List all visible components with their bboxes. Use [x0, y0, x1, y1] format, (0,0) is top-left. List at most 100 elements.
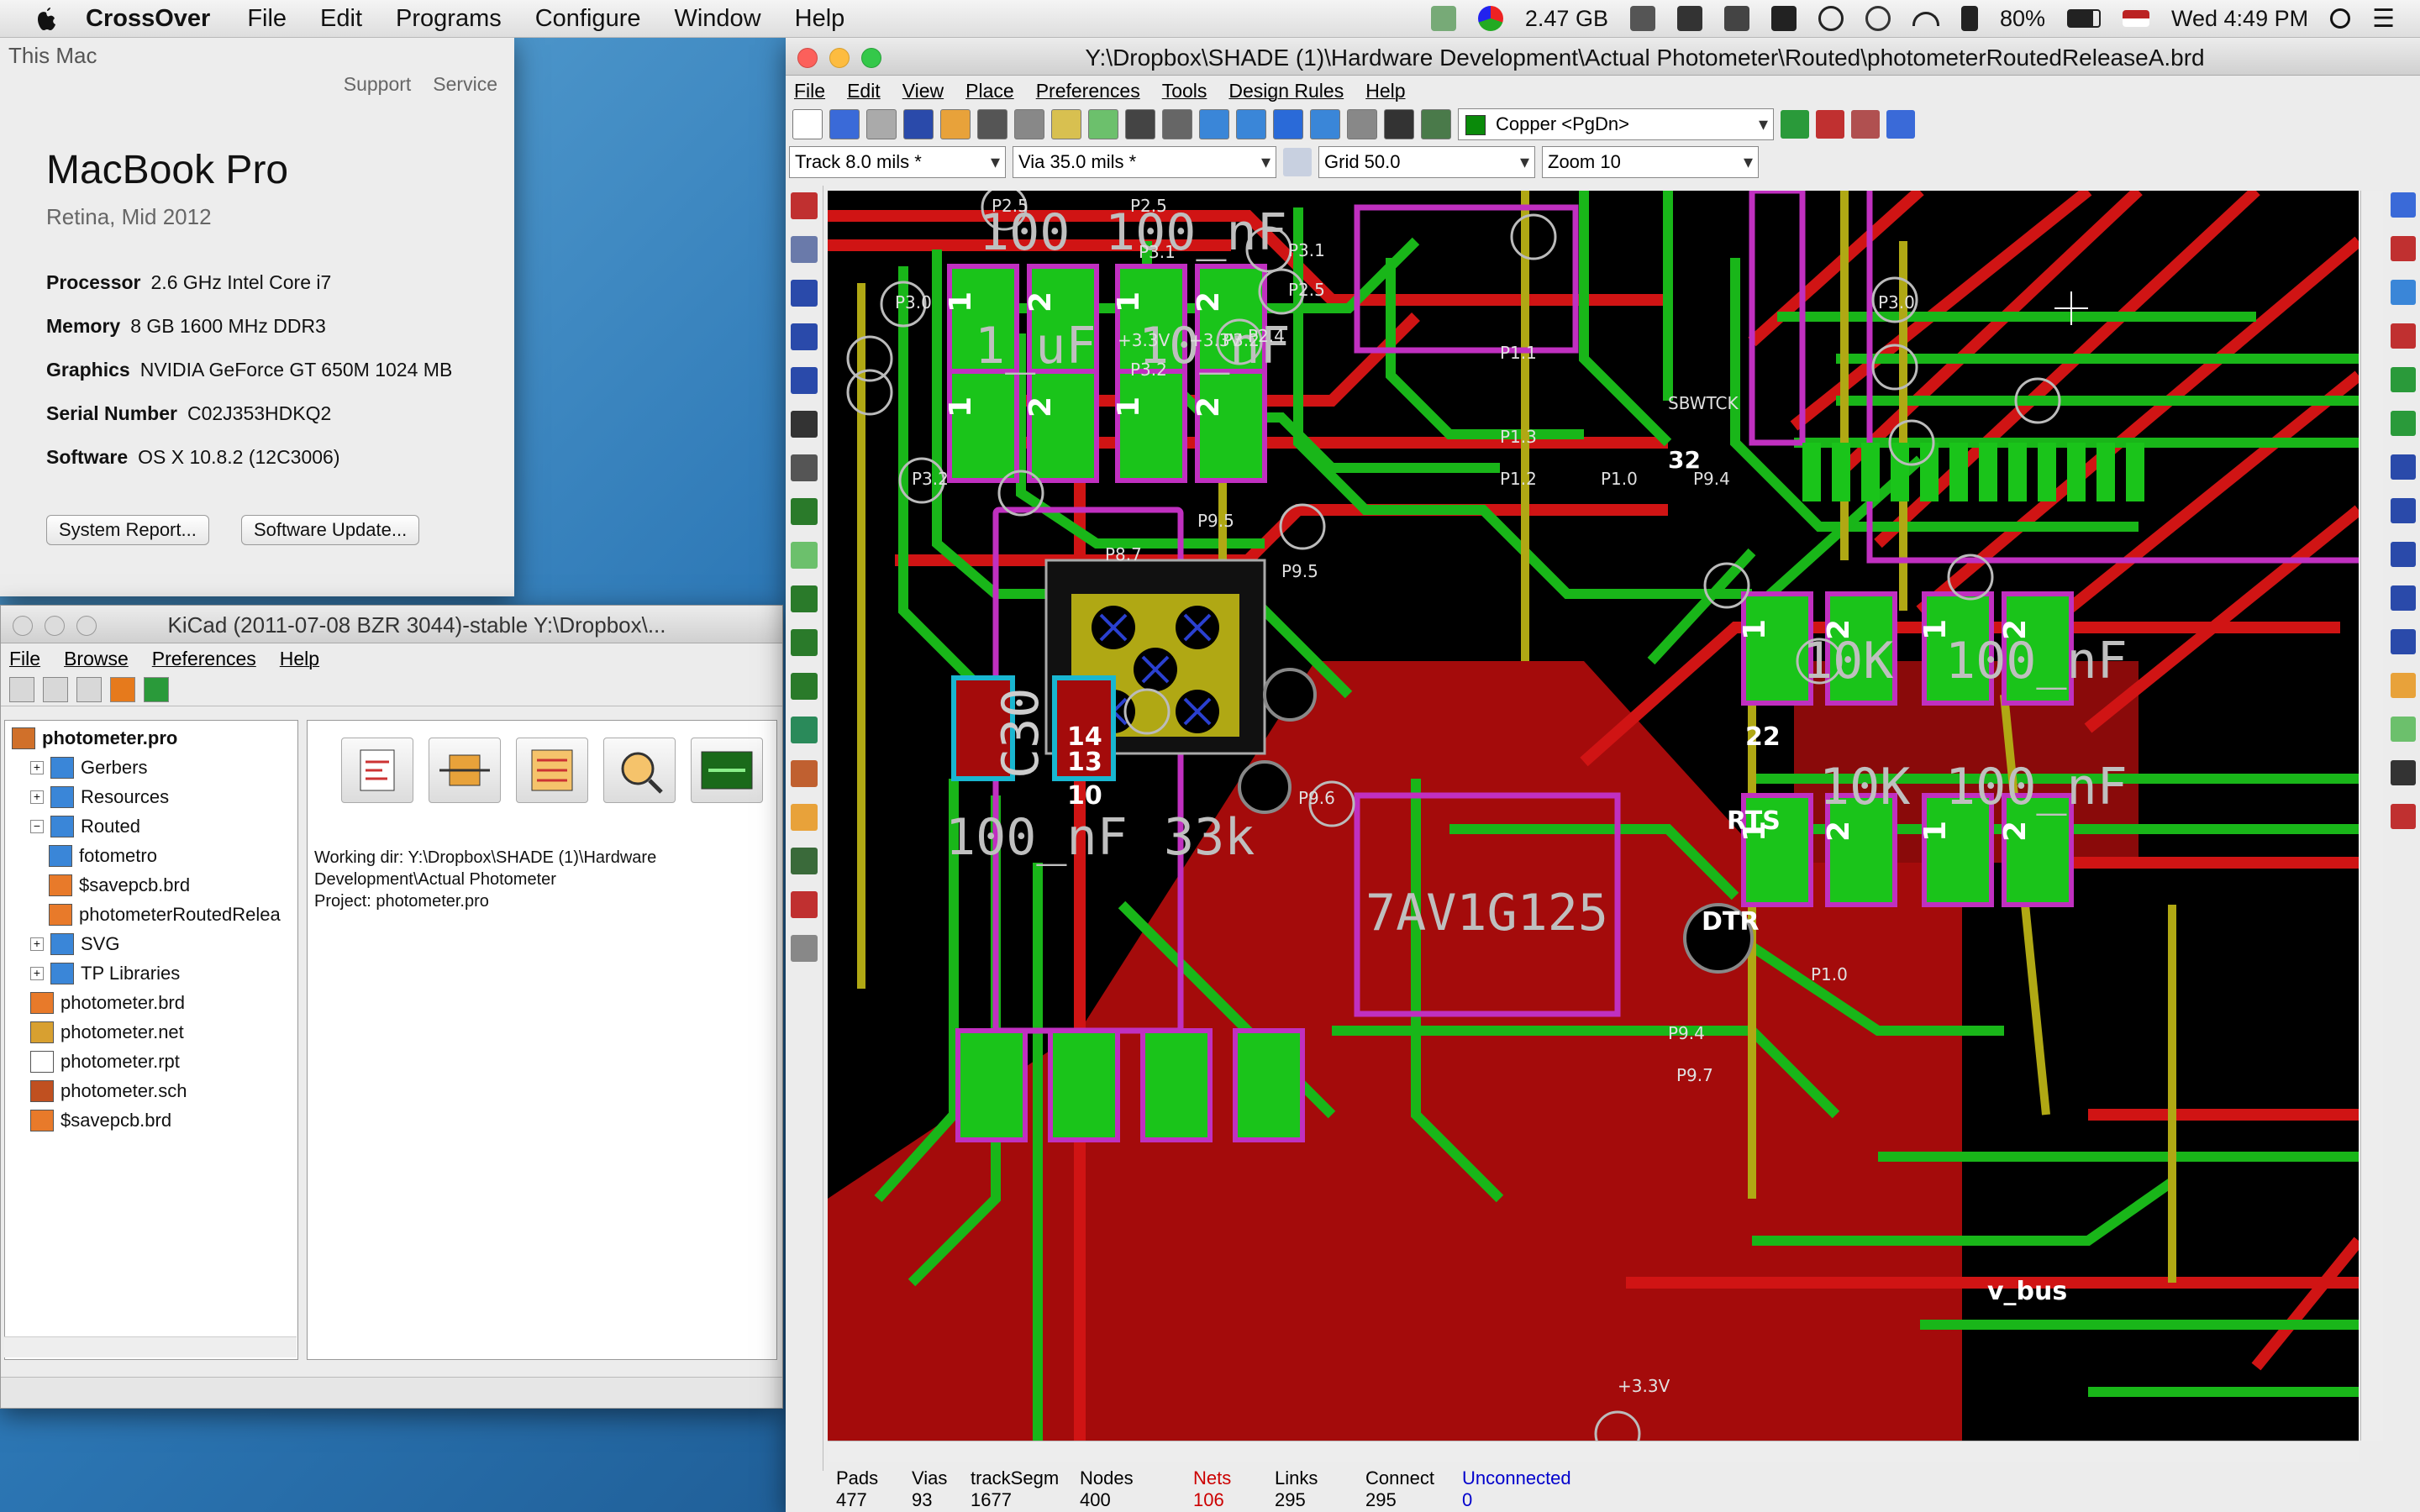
flag-icon[interactable]: [2123, 10, 2149, 27]
units-inch-icon[interactable]: [791, 323, 818, 350]
add-arc-icon[interactable]: [2391, 542, 2416, 567]
tree-item[interactable]: fotometro: [49, 845, 157, 867]
kicad-menu-help[interactable]: Help: [280, 648, 319, 670]
undo-icon[interactable]: [1051, 109, 1081, 139]
add-zone-icon[interactable]: [2391, 411, 2416, 436]
polar-coords-icon[interactable]: [791, 280, 818, 307]
pcb-menu-design-rules[interactable]: Design Rules: [1228, 80, 1344, 102]
close-button[interactable]: [13, 616, 33, 636]
via-size-select[interactable]: Via 35.0 mils *: [1013, 146, 1276, 178]
tree-item[interactable]: + SVG: [30, 933, 119, 955]
open-board-icon[interactable]: [829, 109, 860, 139]
eeschema-launch-button[interactable]: [341, 738, 413, 803]
autoplace-icon[interactable]: [1816, 110, 1844, 139]
units-mm-icon[interactable]: [791, 367, 818, 394]
tree-item[interactable]: photometer.net: [30, 1021, 184, 1043]
track-width-select[interactable]: Track 8.0 mils *: [789, 146, 1006, 178]
time-machine-icon[interactable]: [1818, 6, 1844, 31]
print-icon[interactable]: [1125, 109, 1155, 139]
menu-app-name[interactable]: CrossOver: [86, 5, 210, 33]
find-icon[interactable]: [1347, 109, 1377, 139]
airplay-icon[interactable]: [1770, 6, 1797, 31]
redo-icon[interactable]: [1088, 109, 1118, 139]
pcb-canvas[interactable]: 100 100_nF 1_uF 10_nF 10K 100_nF 10K 100…: [828, 191, 2359, 1441]
tree-item[interactable]: photometer.rpt: [30, 1051, 180, 1073]
spotlight-icon[interactable]: [2330, 8, 2351, 29]
pcb-menu-edit[interactable]: Edit: [847, 80, 881, 102]
menu-edit[interactable]: Edit: [320, 5, 362, 33]
apple-icon[interactable]: [34, 4, 59, 33]
volume-icon[interactable]: [1960, 6, 1978, 31]
software-update-button[interactable]: Software Update...: [241, 515, 420, 545]
module-editor-icon[interactable]: [940, 109, 971, 139]
pcb-menu-file[interactable]: File: [794, 80, 825, 102]
wifi-icon[interactable]: [1912, 11, 1939, 26]
module-ratsnest-icon[interactable]: [791, 498, 818, 525]
memory-pie-icon[interactable]: [1477, 6, 1503, 31]
expand-icon[interactable]: +: [30, 790, 44, 804]
tree-item[interactable]: $savepcb.brd: [49, 874, 190, 896]
autoroute-icon[interactable]: [1851, 110, 1880, 139]
layer-manager-icon[interactable]: [791, 891, 818, 918]
archive-icon[interactable]: [110, 677, 135, 702]
grid-toggle-icon[interactable]: [791, 236, 818, 263]
gerbview-launch-button[interactable]: [603, 738, 676, 803]
expand-icon[interactable]: +: [30, 937, 44, 951]
expand-icon[interactable]: +: [30, 761, 44, 774]
new-project-icon[interactable]: [9, 677, 34, 702]
system-report-button[interactable]: System Report...: [46, 515, 209, 545]
pad-sketch-icon[interactable]: [791, 673, 818, 700]
new-board-icon[interactable]: [792, 109, 823, 139]
notification-center-icon[interactable]: ☰: [2372, 4, 2395, 34]
add-line-icon[interactable]: [2391, 454, 2416, 480]
pcb-menu-tools[interactable]: Tools: [1162, 80, 1207, 102]
bitmap2component-launch-button[interactable]: [691, 738, 763, 803]
auto-delete-track-icon[interactable]: [791, 542, 818, 569]
network-icon[interactable]: [1629, 6, 1655, 31]
tree-item[interactable]: photometerRoutedRelea: [49, 904, 281, 926]
zoom-select[interactable]: Zoom 10: [1542, 146, 1759, 178]
select-tool-icon[interactable]: [2391, 192, 2416, 218]
page-settings-icon[interactable]: [903, 109, 934, 139]
project-tree[interactable]: photometer.pro + Gerbers + Resources − Routed f…: [4, 720, 298, 1360]
battery-icon[interactable]: [2067, 9, 2101, 28]
add-dimension-icon[interactable]: [2391, 629, 2416, 654]
grid-select[interactable]: Grid 50.0: [1318, 146, 1535, 178]
layer-pair-icon[interactable]: [1781, 110, 1809, 139]
ratsnest-icon[interactable]: [791, 454, 818, 481]
high-contrast-icon[interactable]: [791, 804, 818, 831]
microwave-toolbar-icon[interactable]: [791, 848, 818, 874]
zoom-fit-icon[interactable]: [1310, 109, 1340, 139]
tree-item[interactable]: − Routed: [30, 816, 140, 837]
pcb-menu-preferences[interactable]: Preferences: [1036, 80, 1140, 102]
tree-item[interactable]: $savepcb.brd: [30, 1110, 171, 1131]
copy-icon[interactable]: [1014, 109, 1044, 139]
layer-select[interactable]: Copper <PgDn>: [1458, 108, 1774, 140]
menu-help[interactable]: Help: [795, 5, 845, 33]
add-circle-icon[interactable]: [2391, 498, 2416, 523]
via-sketch-icon[interactable]: [791, 717, 818, 743]
tree-horizontal-scrollbar[interactable]: [4, 1336, 297, 1357]
tree-item[interactable]: + TP Libraries: [30, 963, 180, 984]
save-project-icon[interactable]: [76, 677, 102, 702]
menubar-clock[interactable]: Wed 4:49 PM: [2171, 6, 2308, 32]
set-origin-icon[interactable]: [2391, 760, 2416, 785]
tab-service[interactable]: Service: [433, 73, 497, 96]
kicad-menu-file[interactable]: File: [9, 648, 40, 670]
cvpcb-launch-button[interactable]: [429, 738, 501, 803]
show-zones-icon[interactable]: [791, 585, 818, 612]
tree-item[interactable]: photometer.sch: [30, 1080, 187, 1102]
pcb-menu-view[interactable]: View: [902, 80, 944, 102]
dropbox-icon[interactable]: [1723, 6, 1749, 31]
adobe-icon[interactable]: [1676, 6, 1702, 31]
cursor-shape-icon[interactable]: [791, 411, 818, 438]
redraw-icon[interactable]: [1273, 109, 1303, 139]
zoom-in-icon[interactable]: [1199, 109, 1229, 139]
open-project-icon[interactable]: [43, 677, 68, 702]
tree-item[interactable]: photometer.brd: [30, 992, 185, 1014]
drc-toggle-icon[interactable]: [791, 192, 818, 219]
zoom-out-icon[interactable]: [1236, 109, 1266, 139]
tree-item[interactable]: + Gerbers: [30, 757, 147, 779]
canvas-horizontal-scrollbar[interactable]: [828, 1441, 2359, 1462]
expand-icon[interactable]: +: [30, 967, 44, 980]
